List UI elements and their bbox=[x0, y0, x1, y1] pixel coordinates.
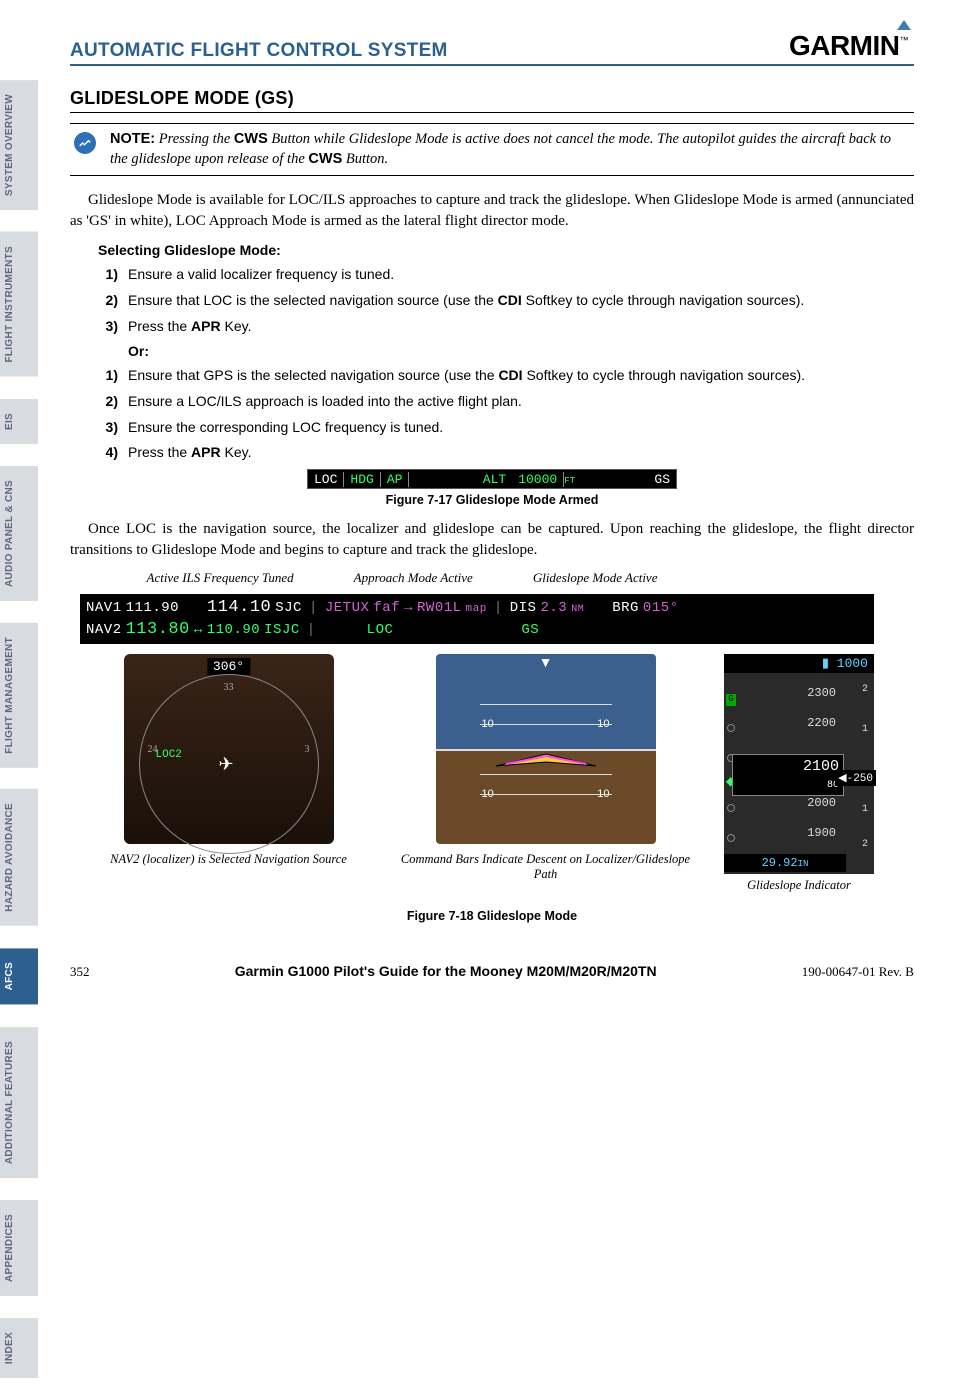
callout-ils-freq: Active ILS Frequency Tuned bbox=[147, 571, 294, 585]
altitude-tape: ▮ 1000 G ◆ 2300 2200 210080 ◀-250 2000 1… bbox=[724, 654, 874, 874]
note-icon bbox=[74, 132, 96, 154]
fma-strip: LOC HDG AP ALT 10000FT GS bbox=[307, 469, 677, 489]
tab-flight-mgmt[interactable]: FLIGHT MANAGEMENT bbox=[0, 623, 38, 768]
footer-title: Garmin G1000 Pilot's Guide for the Moone… bbox=[235, 963, 657, 979]
tab-appendices[interactable]: APPENDICES bbox=[0, 1200, 38, 1296]
page-header: AUTOMATIC FLIGHT CONTROL SYSTEM GARMIN™ bbox=[70, 30, 914, 66]
note-box: NOTE: Pressing the CWS Button while Glid… bbox=[70, 123, 914, 176]
procedure-steps-b: 1)Ensure that GPS is the selected naviga… bbox=[98, 366, 914, 463]
garmin-delta-icon bbox=[897, 20, 911, 30]
doc-revision: 190-00647-01 Rev. B bbox=[802, 964, 914, 980]
tab-additional[interactable]: ADDITIONAL FEATURES bbox=[0, 1027, 38, 1178]
tab-hazard[interactable]: HAZARD AVOIDANCE bbox=[0, 789, 38, 926]
current-altitude: 210080 bbox=[732, 754, 844, 796]
step-3b: Ensure the corresponding LOC frequency i… bbox=[128, 418, 914, 437]
tab-system-overview[interactable]: SYSTEM OVERVIEW bbox=[0, 80, 38, 210]
figure-7-17-caption: Figure 7-17 Glideslope Mode Armed bbox=[70, 493, 914, 507]
page-number: 352 bbox=[70, 964, 90, 980]
callout-row: Active ILS Frequency Tuned Approach Mode… bbox=[70, 571, 914, 585]
command-bars-icon bbox=[486, 746, 606, 781]
callout-gs-mode: Glideslope Mode Active bbox=[533, 571, 658, 585]
hsi-caption: NAV2 (localizer) is Selected Navigation … bbox=[80, 852, 377, 867]
roll-pointer-icon: ▼ bbox=[539, 656, 553, 672]
header-title: AUTOMATIC FLIGHT CONTROL SYSTEM bbox=[70, 40, 448, 62]
paragraph-intro: Glideslope Mode is available for LOC/ILS… bbox=[70, 190, 914, 232]
or-separator: Or: bbox=[128, 343, 914, 359]
paragraph-2: Once LOC is the navigation source, the l… bbox=[70, 519, 914, 561]
step-1a: Ensure a valid localizer frequency is tu… bbox=[128, 265, 914, 284]
figure-7-18-caption: Figure 7-18 Glideslope Mode bbox=[70, 909, 914, 923]
instrument-row: 306° LOC2 ✈ 33 24 3 NAV2 (localizer) is … bbox=[80, 654, 884, 893]
step-2b: Ensure a LOC/ILS approach is loaded into… bbox=[128, 392, 914, 411]
section-title: GLIDESLOPE MODE (GS) bbox=[70, 88, 914, 113]
step-1b: Ensure that GPS is the selected navigati… bbox=[128, 366, 914, 385]
tab-index[interactable]: INDEX bbox=[0, 1318, 38, 1378]
garmin-logo: GARMIN™ bbox=[789, 30, 914, 62]
pfd-header-strip: NAV1 111.90 114.10 SJC | JETUX faf → RW0… bbox=[80, 594, 874, 644]
gs-marker-icon: G bbox=[726, 694, 736, 706]
tab-flight-instruments[interactable]: FLIGHT INSTRUMENTS bbox=[0, 232, 38, 377]
tab-audio-panel[interactable]: AUDIO PANEL & CNS bbox=[0, 466, 38, 601]
step-3a: Press the APR Key. bbox=[128, 317, 914, 336]
tab-eis[interactable]: EIS bbox=[0, 399, 38, 444]
attitude-indicator: 10 10 10 10 ▼ bbox=[436, 654, 656, 844]
page-footer: 352 Garmin G1000 Pilot's Guide for the M… bbox=[70, 963, 914, 980]
step-2a: Ensure that LOC is the selected navigati… bbox=[128, 291, 914, 310]
alt-caption: Glideslope Indicator bbox=[714, 878, 884, 893]
tab-afcs[interactable]: AFCS bbox=[0, 948, 38, 1004]
sidebar-tabs: SYSTEM OVERVIEW FLIGHT INSTRUMENTS EIS A… bbox=[0, 80, 48, 1400]
procedure-steps-a: 1)Ensure a valid localizer frequency is … bbox=[98, 265, 914, 336]
baro-setting: 29.92IN bbox=[724, 854, 846, 872]
hsi-display: 306° LOC2 ✈ 33 24 3 bbox=[124, 654, 334, 844]
procedure-heading: Selecting Glideslope Mode: bbox=[98, 242, 914, 258]
hsi-heading: 306° bbox=[207, 658, 250, 675]
hsi-nav-source: LOC2 bbox=[156, 749, 182, 761]
aircraft-icon: ✈ bbox=[219, 754, 234, 775]
callout-apr-mode: Approach Mode Active bbox=[354, 571, 473, 585]
vs-deviation: ◀-250 bbox=[835, 770, 876, 786]
step-4b: Press the APR Key. bbox=[128, 443, 914, 462]
adi-caption: Command Bars Indicate Descent on Localiz… bbox=[397, 852, 694, 882]
selected-altitude: ▮ 1000 bbox=[724, 654, 874, 673]
